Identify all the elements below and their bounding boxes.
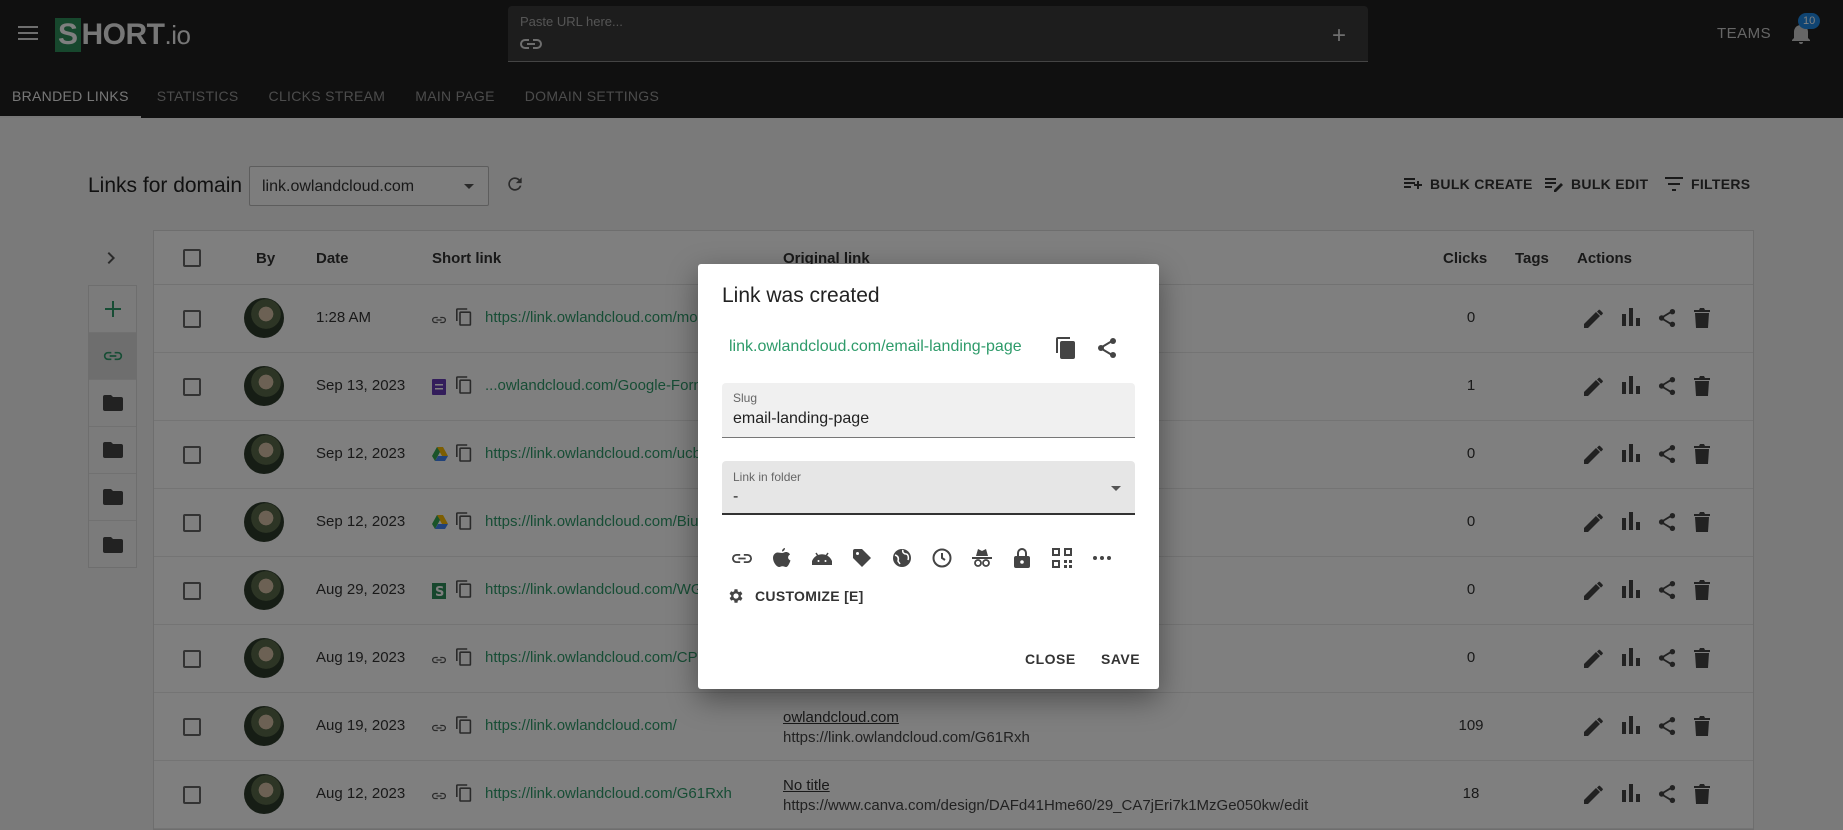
gear-icon — [729, 589, 743, 603]
customize-label: CUSTOMIZE [E] — [755, 588, 864, 604]
close-button[interactable]: CLOSE — [1025, 651, 1076, 667]
android-icon[interactable] — [811, 547, 833, 569]
folder-select[interactable]: Link in folder - — [722, 461, 1135, 515]
link-icon[interactable] — [731, 547, 753, 569]
link-created-dialog: Link was created link.owlandcloud.com/em… — [698, 264, 1159, 689]
incognito-icon[interactable] — [971, 547, 993, 569]
copy-icon[interactable] — [1056, 337, 1076, 364]
more-icon[interactable] — [1091, 547, 1113, 569]
globe-icon[interactable] — [891, 547, 913, 569]
save-button[interactable]: SAVE — [1101, 651, 1140, 667]
folder-label: Link in folder — [733, 470, 802, 484]
lock-icon[interactable] — [1011, 547, 1033, 569]
slug-value: email-landing-page — [733, 410, 870, 427]
apple-icon[interactable] — [771, 547, 793, 569]
qr-code-icon[interactable] — [1051, 547, 1073, 569]
link-options-bar — [731, 547, 1113, 569]
dialog-title: Link was created — [722, 284, 880, 307]
share-icon[interactable] — [1097, 337, 1117, 364]
slug-field[interactable]: Slug email-landing-page — [722, 383, 1135, 438]
chevron-down-icon — [1111, 486, 1121, 491]
tag-icon[interactable] — [851, 547, 873, 569]
customize-button[interactable]: CUSTOMIZE [E] — [727, 587, 864, 605]
created-short-link[interactable]: link.owlandcloud.com/email-landing-page — [729, 338, 1022, 356]
folder-value: - — [733, 488, 739, 505]
clock-icon[interactable] — [931, 547, 953, 569]
slug-label: Slug — [733, 391, 758, 405]
